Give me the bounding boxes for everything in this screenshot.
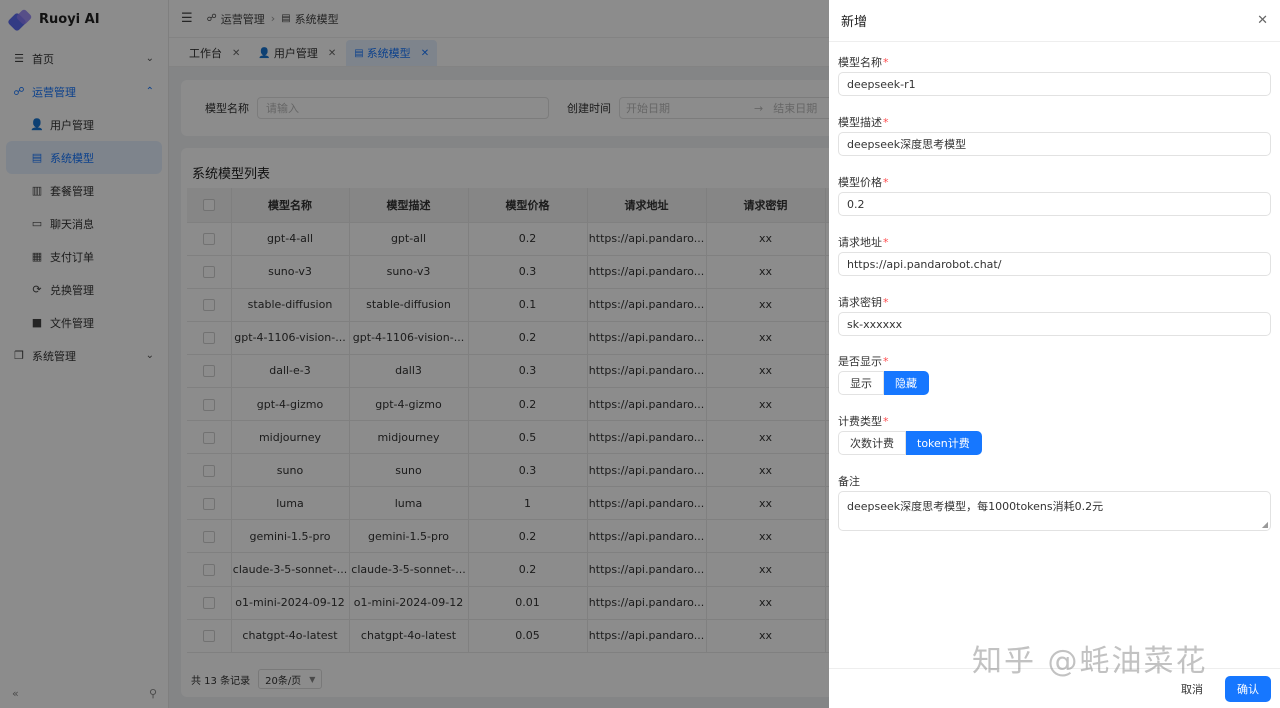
required-mark: * <box>883 355 889 368</box>
drawer-title: 新增 <box>841 15 868 30</box>
required-mark: * <box>883 296 889 309</box>
billing-option-count[interactable]: 次数计费 <box>838 431 906 455</box>
required-mark: * <box>883 176 889 189</box>
cancel-button[interactable]: 取消 <box>1175 681 1209 697</box>
required-mark: * <box>883 236 889 249</box>
required-mark: * <box>883 56 889 69</box>
billing-segmented: 次数计费 token计费 <box>838 431 1271 455</box>
model-price-input[interactable]: 0.2 <box>838 192 1271 216</box>
field-model-name: 模型名称* deepseek-r1 <box>838 54 1271 96</box>
modal-mask[interactable] <box>0 0 829 708</box>
request-url-input[interactable]: https://api.pandarobot.chat/ <box>838 252 1271 276</box>
confirm-button[interactable]: 确认 <box>1225 675 1271 702</box>
field-visibility: 是否显示* 显示 隐藏 <box>838 353 1271 395</box>
app-root: Ruoyi AI ☰ 首页 ⌄ ☍ 运营管理 ⌃ 👤 用户管理 ▤ 系统模型 ▥… <box>0 0 1280 708</box>
billing-option-token[interactable]: token计费 <box>906 431 982 455</box>
drawer-header: 新增 ✕ <box>829 0 1280 42</box>
resize-grip-icon[interactable]: ◢ <box>1262 520 1268 529</box>
request-key-input[interactable]: sk-xxxxxx <box>838 312 1271 336</box>
visibility-option-show[interactable]: 显示 <box>838 371 884 395</box>
required-mark: * <box>883 415 889 428</box>
visibility-segmented: 显示 隐藏 <box>838 371 1271 395</box>
model-desc-input[interactable]: deepseek深度思考模型 <box>838 132 1271 156</box>
field-billing-type: 计费类型* 次数计费 token计费 <box>838 413 1271 455</box>
close-icon[interactable]: ✕ <box>1257 13 1268 28</box>
field-request-url: 请求地址* https://api.pandarobot.chat/ <box>838 234 1271 276</box>
field-model-price: 模型价格* 0.2 <box>838 174 1271 216</box>
add-model-drawer: 新增 ✕ 模型名称* deepseek-r1 模型描述* deepseek深度思… <box>829 0 1280 708</box>
remark-label: 备注 <box>838 475 860 488</box>
field-model-desc: 模型描述* deepseek深度思考模型 <box>838 114 1271 156</box>
field-remark: 备注 deepseek深度思考模型，每1000tokens消耗0.2元 ◢ <box>838 473 1271 531</box>
model-name-input[interactable]: deepseek-r1 <box>838 72 1271 96</box>
remark-textarea[interactable]: deepseek深度思考模型，每1000tokens消耗0.2元 ◢ <box>838 491 1271 531</box>
field-request-key: 请求密钥* sk-xxxxxx <box>838 294 1271 336</box>
required-mark: * <box>883 116 889 129</box>
visibility-option-hide[interactable]: 隐藏 <box>884 371 929 395</box>
watermark: 知乎 @蚝油菜花 <box>972 644 1208 679</box>
